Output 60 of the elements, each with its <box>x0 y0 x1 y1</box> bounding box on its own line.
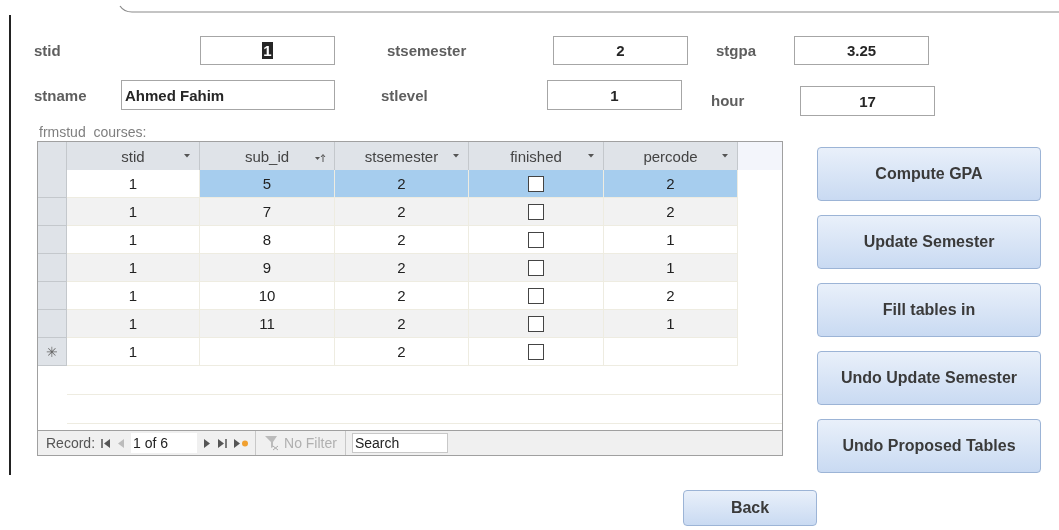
checkbox[interactable] <box>528 231 544 248</box>
table-cell: 1 <box>67 254 200 282</box>
field-label: stgpa <box>716 42 757 59</box>
checkbox[interactable] <box>528 175 544 192</box>
first-record-icon[interactable] <box>101 438 112 448</box>
action-button[interactable]: Fill tables in <box>817 283 1041 337</box>
table-cell: 2 <box>335 198 469 226</box>
subform-label: frmstud courses: <box>39 123 148 141</box>
sort-arrow-icon[interactable] <box>314 153 326 163</box>
table-cell: 2 <box>604 198 738 226</box>
field-label: stlevel <box>381 86 429 104</box>
filter-icon <box>264 435 281 451</box>
input-field[interactable]: 1 <box>200 36 335 65</box>
caret-icon[interactable] <box>183 153 191 158</box>
column-header[interactable]: sub_id <box>200 142 335 170</box>
column-header[interactable]: percode <box>604 142 738 170</box>
record-label: Record: <box>46 435 96 451</box>
input-field[interactable]: 2 <box>553 36 688 65</box>
back-button[interactable]: Back <box>683 490 817 526</box>
checkbox[interactable] <box>528 203 544 220</box>
column-header[interactable]: finished <box>469 142 604 170</box>
action-button[interactable]: Undo Proposed Tables <box>817 419 1041 473</box>
new-row-marker[interactable]: ✳ <box>38 338 67 366</box>
action-button[interactable]: Undo Update Semester <box>817 351 1041 405</box>
action-button[interactable]: Compute GPA <box>817 147 1041 201</box>
caret-icon[interactable] <box>452 153 460 158</box>
last-record-icon[interactable] <box>217 438 228 448</box>
table-cell: 1 <box>604 254 738 282</box>
table-cell: 5 <box>200 170 335 198</box>
table-cell: 2 <box>335 170 469 198</box>
field-label: hour <box>711 90 746 109</box>
action-button[interactable]: Update Semester <box>817 215 1041 269</box>
table-cell: 11 <box>200 310 335 338</box>
table-cell: 9 <box>200 254 335 282</box>
table-cell: 7 <box>200 198 335 226</box>
table-cell: 2 <box>335 310 469 338</box>
checkbox[interactable] <box>528 315 544 332</box>
caret-icon[interactable] <box>587 153 595 158</box>
checkbox[interactable] <box>528 287 544 304</box>
next-record-icon[interactable] <box>203 438 212 448</box>
field-label: stid <box>34 42 62 59</box>
checkbox[interactable] <box>528 259 544 276</box>
new-record-icon[interactable] <box>233 437 250 449</box>
field-label: stsemester <box>387 42 468 59</box>
input-field[interactable]: 3.25 <box>794 36 929 65</box>
table-cell: 2 <box>335 254 469 282</box>
input-field[interactable]: Ahmed Fahim <box>121 80 335 110</box>
checkbox[interactable] <box>528 343 544 360</box>
table-cell: 1 <box>67 310 200 338</box>
caret-icon[interactable] <box>721 153 729 158</box>
record-position-field[interactable]: 1 of 6 <box>131 433 198 453</box>
search-field[interactable]: Search <box>351 433 448 453</box>
table-cell: 1 <box>604 310 738 338</box>
table-cell: 2 <box>604 170 738 198</box>
column-header[interactable]: stsemester <box>335 142 469 170</box>
table-cell: 1 <box>67 198 200 226</box>
input-field[interactable]: 1 <box>547 80 682 110</box>
field-label: stname <box>34 86 88 104</box>
column-header[interactable]: stid <box>67 142 200 170</box>
input-field[interactable]: 17 <box>800 86 935 116</box>
